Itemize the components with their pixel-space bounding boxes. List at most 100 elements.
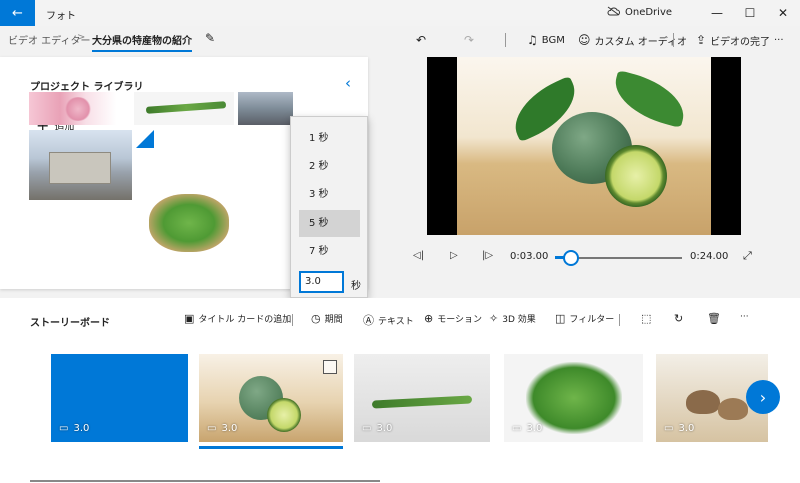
- redo-button[interactable]: ↷: [464, 30, 474, 50]
- previous-frame-button[interactable]: ◁|: [413, 250, 424, 261]
- fruit-half-shape: [267, 398, 301, 432]
- next-frame-button[interactable]: |▷: [482, 250, 493, 261]
- 3d-effects-label: 3D 効果: [502, 315, 536, 325]
- library-title: プロジェクト ライブラリ: [30, 82, 144, 93]
- image-icon: ▭: [362, 423, 372, 434]
- storyboard-scrollbar[interactable]: [30, 480, 380, 482]
- filter-label: フィルター: [569, 315, 615, 325]
- text-button[interactable]: Ⓐ テキスト: [363, 312, 414, 328]
- storyboard-more-button[interactable]: ···: [740, 312, 749, 322]
- duration-option-3[interactable]: 3 秒: [299, 181, 360, 208]
- clip-duration-badge: ▭ 3.0: [207, 423, 237, 434]
- pencil-icon[interactable]: ✎: [205, 31, 215, 45]
- bgm-label: BGM: [541, 34, 565, 46]
- toolbar-divider: [505, 33, 506, 47]
- title-bar: ← フォト OneDrive — ☐ ✕: [0, 0, 800, 26]
- duration-unit: 秒: [351, 281, 361, 292]
- filter-icon: ◫: [555, 312, 566, 325]
- app-title: フォト: [46, 11, 76, 22]
- in-storyboard-marker: [136, 130, 154, 148]
- seek-thumb[interactable]: [562, 250, 579, 266]
- breadcrumb-separator: >: [77, 32, 86, 43]
- undo-button[interactable]: ↶: [416, 30, 426, 50]
- fullscreen-icon[interactable]: ⤢: [743, 249, 752, 263]
- clock-icon: ◷: [311, 312, 321, 325]
- library-thumb-station[interactable]: [29, 130, 132, 200]
- clip-duration-badge: ▭ 3.0: [59, 423, 89, 434]
- storyboard-divider: [292, 314, 293, 326]
- close-button[interactable]: ✕: [767, 0, 799, 26]
- clip-duration: 3.0: [376, 423, 393, 434]
- minimize-button[interactable]: —: [701, 0, 733, 26]
- duration-option-2[interactable]: 2 秒: [299, 153, 360, 180]
- bgm-button[interactable]: ♫ BGM: [527, 30, 565, 50]
- duration-option-5[interactable]: 5 秒: [299, 210, 360, 237]
- clip-duration-badge: ▭ 3.0: [512, 423, 542, 434]
- back-arrow-icon: ←: [12, 5, 23, 21]
- onedrive-status[interactable]: OneDrive: [607, 6, 672, 19]
- finish-video-label: ビデオの完了: [710, 36, 771, 48]
- storyboard-title: ストーリーボード: [30, 318, 110, 329]
- scroll-next-button[interactable]: ›: [746, 380, 780, 414]
- back-button[interactable]: ←: [0, 0, 35, 26]
- clip-duration: 3.0: [526, 423, 543, 434]
- library-thumb-flowers[interactable]: [29, 92, 132, 125]
- clip-select-checkbox[interactable]: [323, 360, 337, 374]
- export-icon: ⇪: [696, 33, 707, 47]
- add-title-card-button[interactable]: ▣ タイトル カードの追加: [184, 312, 291, 325]
- motion-button[interactable]: ⊕ モーション: [424, 312, 482, 325]
- storyboard-clip-title[interactable]: ▭ 3.0: [51, 354, 188, 442]
- finish-video-button[interactable]: ⇪ ビデオの完了: [696, 30, 770, 50]
- duration-custom-input[interactable]: 3.0: [299, 271, 344, 293]
- custom-audio-button[interactable]: ☺ カスタム オーディオ: [578, 30, 687, 50]
- rotate-icon: ↻: [674, 312, 684, 325]
- storyboard-clip-grass[interactable]: ▭ 3.0: [354, 354, 490, 442]
- add-title-card-label: タイトル カードの追加: [198, 315, 292, 325]
- music-note-icon: ♫: [527, 33, 538, 47]
- video-preview[interactable]: [427, 57, 741, 235]
- storyboard-panel: ストーリーボード ▣ タイトル カードの追加 ◷ 期間 Ⓐ テキスト ⊕ モーシ…: [0, 298, 800, 483]
- motion-label: モーション: [437, 315, 483, 325]
- filter-button[interactable]: ◫ フィルター: [555, 312, 614, 325]
- library-thumb-shiso[interactable]: [134, 186, 239, 256]
- image-icon: ▭: [59, 423, 69, 434]
- duration-button[interactable]: ◷ 期間: [311, 312, 343, 325]
- motion-icon: ⊕: [424, 312, 434, 325]
- duration-label: 期間: [324, 315, 343, 325]
- duration-menu: 1 秒 2 秒 3 秒 5 秒 7 秒 3.0 秒: [290, 116, 368, 298]
- duration-option-7[interactable]: 7 秒: [299, 238, 360, 265]
- undo-icon: ↶: [416, 33, 427, 47]
- clip-duration: 3.0: [678, 423, 695, 434]
- clip-duration: 3.0: [221, 423, 238, 434]
- library-thumb-grass[interactable]: [134, 92, 234, 125]
- person-audio-icon: ☺: [578, 33, 591, 47]
- clip-duration-badge: ▭ 3.0: [664, 423, 694, 434]
- resize-button[interactable]: ⬚: [641, 312, 651, 325]
- fruit-half-shape: [605, 145, 667, 207]
- play-button[interactable]: ▷: [450, 250, 458, 261]
- sparkle-icon: ✧: [489, 312, 499, 325]
- image-icon: ▭: [664, 423, 674, 434]
- grass-shape: [371, 395, 473, 409]
- onedrive-label: OneDrive: [625, 7, 673, 18]
- editor-toolbar: ビデオ エディター > 大分県の特産物の紹介 ✎ ↶ ↷ ♫ BGM ☺ カスタ…: [0, 26, 800, 56]
- 3d-effects-button[interactable]: ✧ 3D 効果: [489, 312, 536, 325]
- library-thumb-city[interactable]: [238, 92, 293, 125]
- rotate-button[interactable]: ↻: [674, 312, 683, 325]
- storyboard-clip-shiso[interactable]: ▭ 3.0: [504, 354, 643, 442]
- mushroom-shape: [718, 398, 748, 420]
- preview-frame-kabosu: [457, 57, 711, 235]
- delete-button[interactable]: 🗑: [707, 312, 721, 325]
- storyboard-clip-kabosu[interactable]: ▭ 3.0: [199, 354, 343, 442]
- clip-duration-badge: ▭ 3.0: [362, 423, 392, 434]
- image-icon: ▭: [207, 423, 217, 434]
- more-options-button[interactable]: ···: [774, 30, 784, 50]
- maximize-button[interactable]: ☐: [734, 0, 766, 26]
- duration-option-1[interactable]: 1 秒: [299, 125, 360, 152]
- leaf-shape: [608, 69, 691, 129]
- playback-controls: ◁| ▷ |▷ 0:03.00 0:24.00 ⤢: [410, 248, 760, 268]
- collapse-library-button[interactable]: ‹: [345, 74, 351, 92]
- resize-icon: ⬚: [641, 312, 652, 325]
- current-time: 0:03.00: [510, 251, 549, 262]
- text-label: テキスト: [378, 316, 414, 327]
